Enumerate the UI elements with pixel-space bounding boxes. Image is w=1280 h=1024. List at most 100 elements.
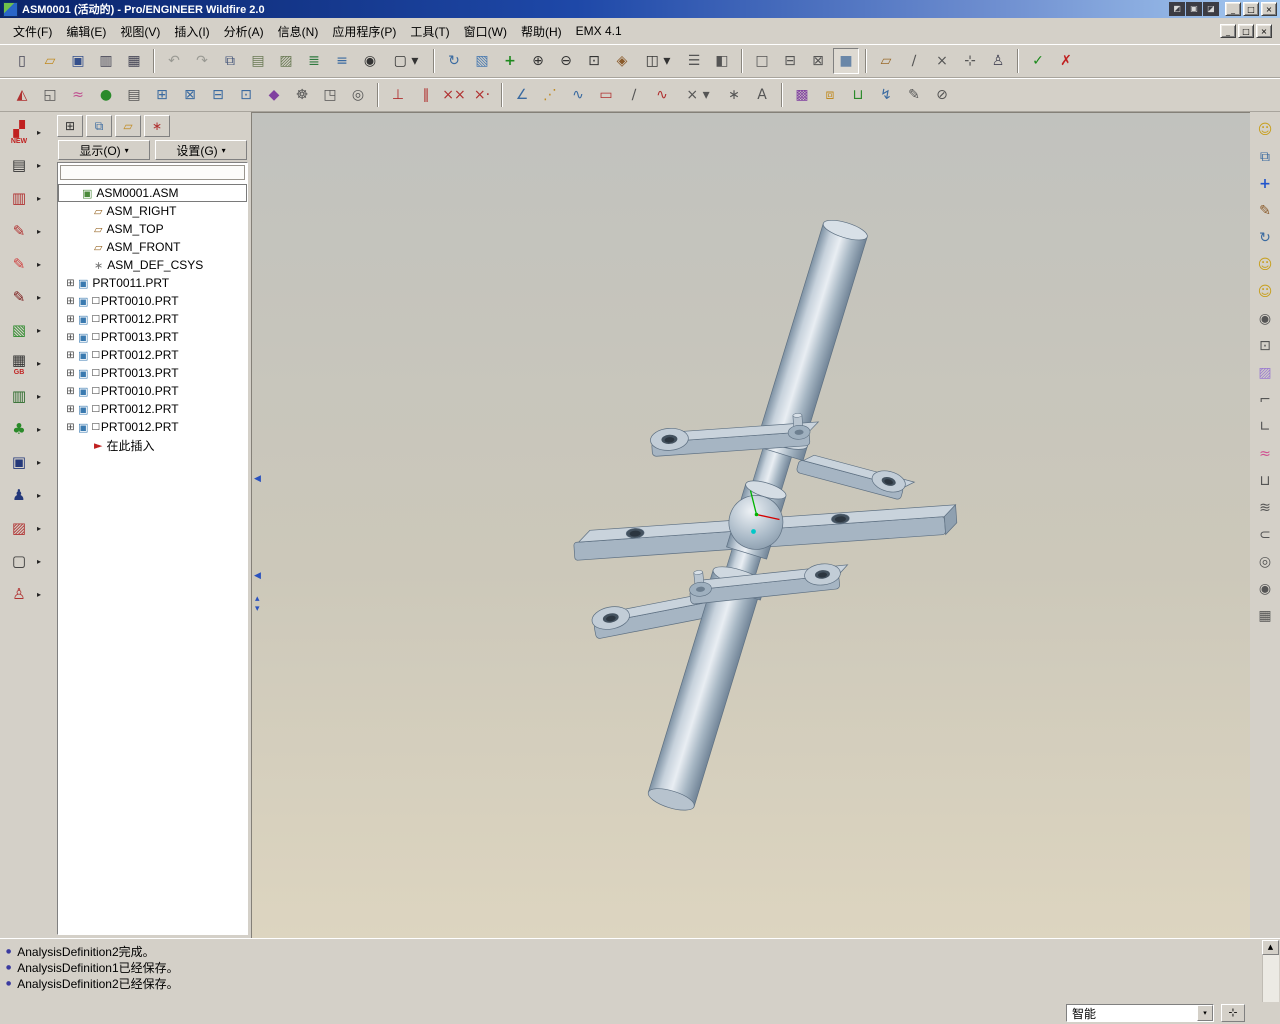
move-icon[interactable]: + — [1253, 171, 1277, 195]
emx-library-icon[interactable]: ▥ ▸ — [0, 380, 54, 413]
tree-item-prt0012-4[interactable]: ⊞ ▣ □ PRT0012.PRT — [58, 418, 247, 436]
tree-item-asm-def-csys[interactable]: ∗ ASM_DEF_CSYS — [58, 256, 247, 274]
tree-copy-icon[interactable]: ⧉ — [86, 115, 112, 137]
smiley-icon-3[interactable]: ☺ — [1253, 279, 1277, 303]
scroll-up-button[interactable]: ▲ — [1262, 940, 1279, 955]
frame-icon[interactable]: ⊡ — [1253, 333, 1277, 357]
emx-color-icon[interactable]: ▨ ▸ — [0, 512, 54, 545]
regen-manager-button[interactable]: ≡ — [329, 48, 355, 74]
tree-item-prt0010-2[interactable]: ⊞ ▣ □ PRT0010.PRT — [58, 382, 247, 400]
menu-file[interactable]: 文件(F) — [6, 19, 59, 44]
datum-points-toggle[interactable]: × — [929, 48, 955, 74]
emx-sphere-button[interactable]: ● — [93, 82, 119, 108]
emx-new-project-icon[interactable]: ▞ NEW ▸ — [0, 116, 54, 149]
menu-emx[interactable]: EMX 4.1 — [569, 20, 629, 42]
tree-item-prt0011[interactable]: ⊞ ▣ PRT0011.PRT — [58, 274, 247, 292]
tree-item-prt0010-1[interactable]: ⊞ ▣ □ PRT0010.PRT — [58, 292, 247, 310]
menu-applications[interactable]: 应用程序(P) — [325, 19, 403, 44]
corner-icon[interactable]: ∟ — [1253, 414, 1277, 438]
find-button[interactable]: ◉ — [357, 48, 383, 74]
emx-drawing-icon[interactable]: ▥ ▸ — [0, 182, 54, 215]
sketch-wave-button[interactable]: ∿ — [565, 82, 591, 108]
wave-pink-icon[interactable]: ≈ — [1253, 441, 1277, 465]
emx-marker-icon[interactable]: ✎ ▸ — [0, 281, 54, 314]
paste-special-button[interactable]: ▨ — [273, 48, 299, 74]
menu-insert[interactable]: 插入(I) — [167, 19, 216, 44]
emx-grid-delete-button[interactable]: ⊠ — [177, 82, 203, 108]
export-button[interactable]: ▥ — [93, 48, 119, 74]
wireframe-display-button[interactable]: □ — [749, 48, 775, 74]
emx-gb-standard-icon[interactable]: ▦ GB ▸ — [0, 347, 54, 380]
accept-button[interactable]: ✓ — [1025, 48, 1051, 74]
panel-collapse-arrow-1[interactable]: ◀ — [254, 475, 261, 484]
emx-blue-box-icon[interactable]: ▣ ▸ — [0, 446, 54, 479]
emx-chart-icon[interactable]: ▧ ▸ — [0, 314, 54, 347]
tray-indicator-icon-2[interactable]: ▣ — [1186, 2, 1202, 16]
tree-item-asm-top[interactable]: ▱ ASM_TOP — [58, 220, 247, 238]
sketch-curve-button[interactable]: ∿ — [649, 82, 675, 108]
new-file-button[interactable]: ▯ — [9, 48, 35, 74]
expand-icon[interactable]: ⊞ — [64, 296, 77, 307]
view-manager-button[interactable]: ◧ — [709, 48, 735, 74]
constraint-symmetry-button[interactable]: ×· — [469, 82, 495, 108]
menu-info[interactable]: 信息(N) — [271, 19, 326, 44]
rotate-view-icon[interactable]: ↻ — [1253, 225, 1277, 249]
datum-axes-toggle[interactable]: ∕ — [901, 48, 927, 74]
emx-report-icon[interactable]: ▤ ▸ — [0, 149, 54, 182]
expand-icon[interactable]: ⊞ — [64, 278, 77, 289]
zoom-in-button[interactable]: ⊕ — [525, 48, 551, 74]
layers-button[interactable]: ☰ — [681, 48, 707, 74]
undo-button[interactable]: ↶ — [161, 48, 187, 74]
grid-small-icon[interactable]: ▦ — [1253, 603, 1277, 627]
shade-button[interactable]: ▧ — [469, 48, 495, 74]
clamp-icon[interactable]: ⊂ — [1253, 522, 1277, 546]
panel-arrow-down[interactable]: ▾ — [255, 605, 260, 614]
purple-swatch-icon[interactable]: ▨ — [1253, 360, 1277, 384]
style-button[interactable]: ✎ — [901, 82, 927, 108]
reorient-button[interactable]: ◈ — [609, 48, 635, 74]
cabling-button[interactable]: ↯ — [873, 82, 899, 108]
menu-help[interactable]: 帮助(H) — [514, 19, 569, 44]
hidden-line-display-button[interactable]: ⊟ — [777, 48, 803, 74]
sketch-text-button[interactable]: A — [749, 82, 775, 108]
repaint-button[interactable]: ↻ — [441, 48, 467, 74]
emx-wave-button[interactable]: ≈ — [65, 82, 91, 108]
menu-analysis[interactable]: 分析(A) — [217, 19, 271, 44]
emx-document-button[interactable]: ▤ — [121, 82, 147, 108]
menu-edit[interactable]: 编辑(E) — [59, 19, 113, 44]
disc-stack-icon[interactable]: ≋ — [1253, 495, 1277, 519]
tree-item-prt0012-3[interactable]: ⊞ ▣ □ PRT0012.PRT — [58, 400, 247, 418]
emx-pencil-icon[interactable]: ✎ ▸ — [0, 248, 54, 281]
panel-arrow-up[interactable]: ▴ — [255, 595, 260, 604]
annotation-toggle[interactable]: ♙ — [985, 48, 1011, 74]
minimize-button[interactable]: _ — [1225, 2, 1241, 16]
constraint-points-button[interactable]: ×× — [441, 82, 467, 108]
expand-icon[interactable]: ⊞ — [64, 350, 77, 361]
close-button[interactable]: × — [1261, 2, 1277, 16]
expand-icon[interactable]: ⊞ — [64, 332, 77, 343]
tree-item-prt0012-2[interactable]: ⊞ ▣ □ PRT0012.PRT — [58, 346, 247, 364]
print-button[interactable]: ▦ — [121, 48, 147, 74]
sketch-point-ladder-button[interactable]: ⋰ — [537, 82, 563, 108]
open-file-button[interactable]: ▱ — [37, 48, 63, 74]
erase-button[interactable]: ⊘ — [929, 82, 955, 108]
tree-folder-icon[interactable]: ▱ — [115, 115, 141, 137]
child-restore-button[interactable]: □ — [1238, 24, 1254, 38]
tree-display-button[interactable]: 显示(O) ▾ — [58, 140, 150, 160]
zoom-out-button[interactable]: ⊖ — [553, 48, 579, 74]
shaded-display-button[interactable]: ■ — [833, 48, 859, 74]
tree-item-asm-right[interactable]: ▱ ASM_RIGHT — [58, 202, 247, 220]
menu-view[interactable]: 视图(V) — [113, 19, 167, 44]
panel-collapse-arrow-2[interactable]: ◀ — [254, 572, 261, 581]
spin-center-button[interactable]: + — [497, 48, 523, 74]
datum-csys-toggle[interactable]: ⊹ — [957, 48, 983, 74]
no-hidden-display-button[interactable]: ⊠ — [805, 48, 831, 74]
model-tree-toggle-icon[interactable]: ⊞ — [57, 115, 83, 137]
tray-indicator-icon-3[interactable]: ◪ — [1203, 2, 1219, 16]
select-mode-button[interactable]: ▢ ▾ — [385, 48, 427, 74]
tray-icon[interactable]: ⊔ — [1253, 468, 1277, 492]
import-export-button[interactable]: ⧈ — [817, 82, 843, 108]
expand-icon[interactable]: ⊞ — [64, 368, 77, 379]
tree-item-prt0013-1[interactable]: ⊞ ▣ □ PRT0013.PRT — [58, 328, 247, 346]
datum-planes-toggle[interactable]: ▱ — [873, 48, 899, 74]
